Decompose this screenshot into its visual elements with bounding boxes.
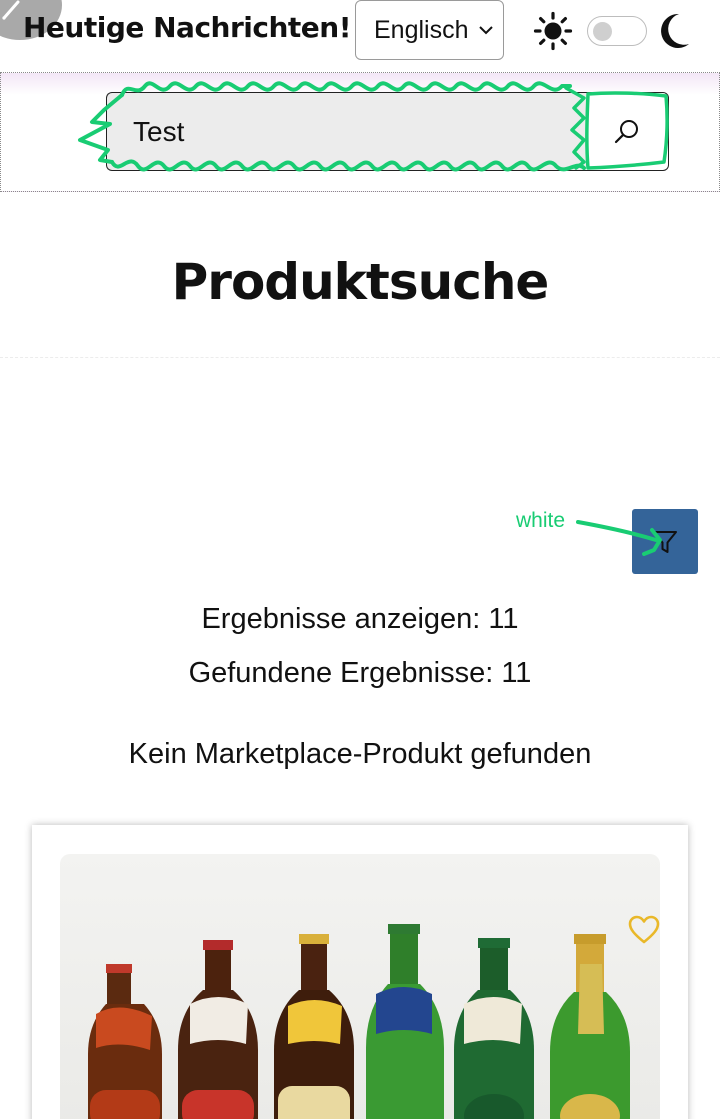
theme-toggle[interactable] bbox=[587, 16, 647, 46]
moon-icon[interactable] bbox=[659, 12, 691, 50]
product-card[interactable] bbox=[32, 825, 688, 1119]
bottle-3 bbox=[274, 934, 354, 1119]
top-bar: Heutige Nachrichten! Englisch bbox=[0, 0, 720, 72]
bottle-4 bbox=[366, 924, 444, 1119]
product-image[interactable] bbox=[60, 854, 660, 1119]
sun-icon[interactable] bbox=[533, 11, 573, 51]
language-select-value: Englisch bbox=[374, 15, 469, 44]
bottle-5 bbox=[454, 938, 534, 1119]
search-icon bbox=[614, 119, 638, 143]
beer-bottles-illustration bbox=[88, 924, 630, 1119]
chevron-down-icon bbox=[479, 26, 493, 35]
bottle-1 bbox=[88, 964, 162, 1119]
results-found-text: Gefundene Ergebnisse: 11 bbox=[188, 657, 532, 689]
bottle-2 bbox=[178, 940, 258, 1119]
search-input[interactable] bbox=[106, 92, 586, 171]
site-title[interactable]: Heutige Nachrichten! bbox=[23, 11, 352, 44]
annotation-label: white bbox=[516, 509, 566, 532]
language-select[interactable]: Englisch bbox=[355, 0, 504, 60]
section-divider bbox=[0, 357, 720, 358]
marketplace-empty-message: Kein Marketplace-Produkt gefunden bbox=[128, 738, 592, 770]
filter-icon bbox=[653, 530, 677, 553]
results-shown-text: Ergebnisse anzeigen: 11 bbox=[201, 603, 519, 635]
bottle-6 bbox=[550, 934, 630, 1119]
page-title: Produktsuche bbox=[171, 253, 550, 311]
heart-icon[interactable] bbox=[628, 915, 660, 945]
filter-button[interactable] bbox=[632, 509, 698, 574]
search-button[interactable] bbox=[586, 92, 669, 171]
theme-toggle-knob bbox=[593, 22, 612, 41]
